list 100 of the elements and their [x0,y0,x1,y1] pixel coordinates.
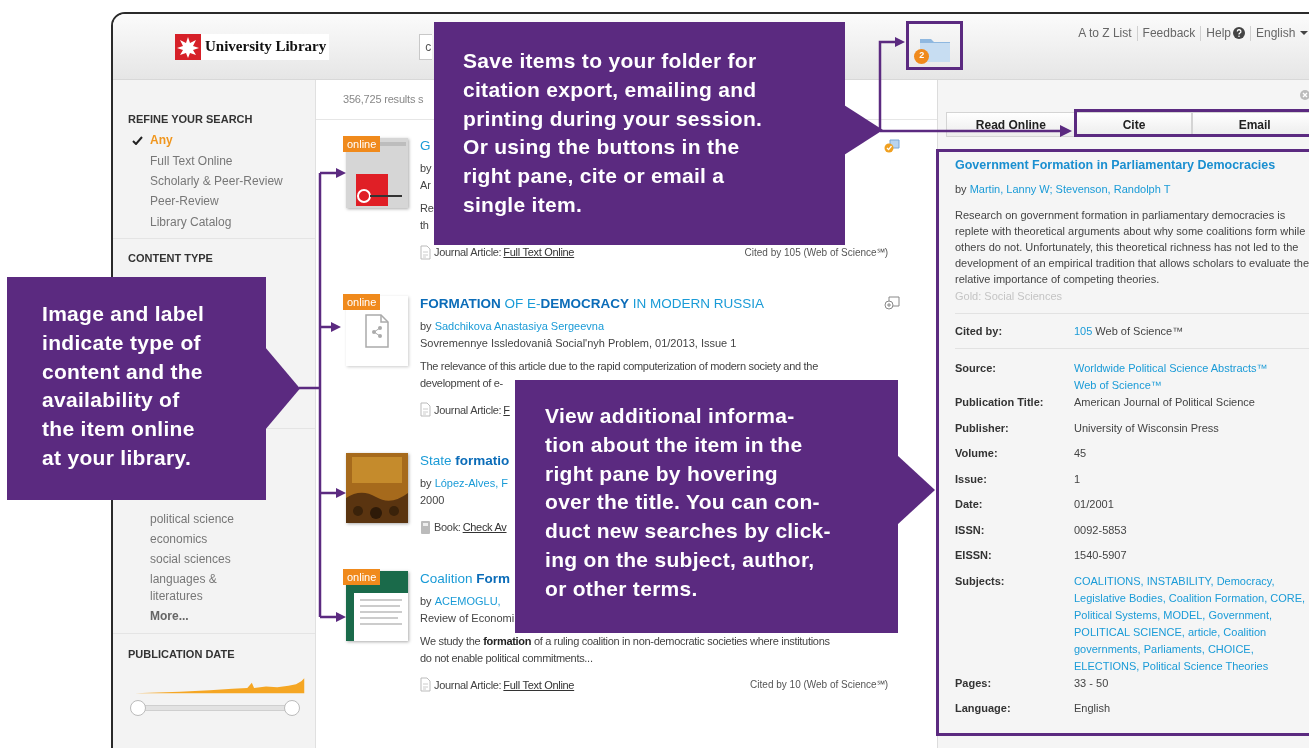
help-icon [1233,27,1245,39]
full-text-link[interactable]: F [503,401,510,418]
result-title[interactable]: FORMATION OF E-DEMOCRACY IN MODERN RUSSIA [420,293,765,314]
callout-text: Image and label indicate type of content and the availability of the item online at your library. [42,301,205,471]
header-link[interactable]: English [1256,24,1309,42]
field-value: 01/2001 [1074,497,1114,512]
document-icon [420,244,431,260]
header-link[interactable]: Help [1206,24,1245,42]
logo-text: University Library [205,37,327,57]
field-value: University of Wisconsin Press [1074,420,1219,436]
citation-count: Cited by 105 (Web of Science℠) [744,245,888,260]
star-logo-icon [175,33,201,60]
result-title[interactable]: State formatio [420,451,510,471]
full-text-link[interactable]: Full Text Online [503,244,575,261]
abstract-text: th [420,218,429,233]
format-label: Journal Article: [434,402,502,418]
byline-label: by [420,476,432,491]
field-label: EISSN: [955,548,993,563]
field-label: Publisher: [955,420,1010,436]
field-label: Publication Title: [955,395,1045,410]
subject-filter[interactable]: political science [150,509,235,530]
author-link[interactable]: ACEMOGLU, [434,592,501,610]
document-icon [420,677,431,693]
result-title[interactable]: Coalition Form [420,568,511,589]
filter-option[interactable]: Library Catalog [150,212,232,231]
document-icon [365,313,389,348]
abstract-text: do not enable political commitments... [420,650,593,666]
close-icon[interactable] [1300,90,1309,100]
section-heading: PUBLICATION DATE [128,646,235,661]
abstract-text: Re [420,201,434,216]
byline-label: by [420,318,432,334]
publication-source: 2000 [420,493,445,508]
format-label: Journal Article: [434,677,502,693]
field-link[interactable]: Worldwide Political Science Abstracts™ [1074,360,1268,377]
byline-label: by [420,593,432,609]
field-value: English [1074,701,1111,716]
subject-filter[interactable]: languages & literatures [150,569,255,607]
logo[interactable]: University Library [175,33,330,60]
format-label: Journal Article: [434,245,502,260]
abstract-text: The relevance of this article due to the rapid computerization of modern society and the [420,358,818,374]
field-value: 1540-5907 [1074,548,1127,563]
callout-text: Save items to your folder for citation export, emailing and printing during your session. Or using the buttons in the right pane, cite or email a single item. [463,48,763,218]
header-link[interactable]: Feedback [1142,24,1196,42]
publication-source: Sovremennye Issledovaniâ Social'nyh Problem, 01/2013, Issue 1 [420,335,737,351]
field-label: Source: [955,361,997,376]
online-badge: online [343,293,381,310]
slider-handle[interactable] [284,699,300,716]
format-label: Book: [434,520,461,535]
field-link[interactable]: COALITIONS, INSTABILITY, Democracy, Legislative Bodies, Coalition Formation, CORE, Political Systems, MODEL, Government, POLITICAL SCIENCE, article, Coalition governments, Parliaments, CHOICE, ELECTIONS, Political Science Theories [1074,572,1309,675]
byline-label: by [955,182,967,197]
citation-count: Cited by 10 (Web of Science℠) [750,678,888,693]
author-link[interactable]: López-Alves, F [434,475,508,492]
field-value: 1 [1074,471,1081,487]
subject-filter[interactable]: social sciences [150,549,231,570]
full-text-link[interactable]: Full Text Online [503,676,575,693]
book-icon [420,519,431,535]
field-label: Date: [955,497,984,512]
abstract-text: development of e- [420,375,503,391]
saved-folder-icon[interactable] [884,139,900,153]
filter-option[interactable]: Full Text Online [150,151,233,170]
section-heading: CONTENT TYPE [128,250,213,265]
field-label: ISSN: [955,522,986,538]
field-label: Subjects: [955,573,1006,589]
field-label: Language: [955,701,1012,716]
abstract-text: Research on government formation in parliamentary democracies is replete with theoretical arguments about why some coalitions form while others do not. Unfortunately, this theoretical richness has not led to the development of an empirical tradition that allows scholars to evaluate the relative importance of competing theories. [955,208,1309,287]
byline-label: by [420,161,432,176]
add-to-folder-icon[interactable] [884,295,900,310]
field-value: 45 [1074,446,1087,461]
more-link[interactable]: More... [150,606,189,625]
field-link[interactable]: Web of Science™ [1074,377,1162,394]
filter-option[interactable]: Scholarly & Peer-Review [150,171,283,190]
highlight-frame [906,21,963,70]
field-value: Web of Science™ [1095,323,1184,339]
document-icon [420,402,431,418]
results-count: 356,725 results s [343,92,424,108]
slider-handle[interactable] [130,699,146,716]
field-value: 0092-5853 [1074,522,1127,538]
field-label: Issue: [955,471,988,487]
caret-icon [1300,31,1309,35]
field-value: 33 - 50 [1074,675,1109,691]
author-link[interactable]: Martin, Lanny W; Stevenson, Randolph T [969,181,1171,197]
check-icon [132,136,143,145]
abstract-text: We study the formation of a ruling coalition in non-democratic societies where institutions [420,633,830,649]
field-value: American Journal of Political Science [1074,395,1255,410]
subject-filter[interactable]: economics [150,529,208,550]
filter-option[interactable]: Peer-Review [150,192,219,211]
result-title[interactable]: G [420,136,431,156]
search-field[interactable]: c [419,33,433,60]
citation-link[interactable]: 105 [1074,322,1093,340]
callout-text: View additional informa- tion about the item in the right pane by hovering over the title. You can con- duct new searches by click- ing on the subject, author, or other terms. [545,403,831,602]
section-heading: REFINE YOUR SEARCH [128,112,253,126]
online-badge: online [343,136,381,152]
author-link[interactable]: Sadchikova Anastasiya Sergeevna [434,317,604,335]
field-label: Cited by: [955,323,1004,339]
full-text-link[interactable]: Check Av [462,519,507,536]
online-badge: online [343,568,381,585]
field-label: Pages: [955,675,993,691]
item-title[interactable]: Government Formation in Parliamentary Democracies [955,157,1276,173]
publication-source: Review of Economi [420,610,515,626]
header-link[interactable]: A to Z List [1078,24,1132,42]
